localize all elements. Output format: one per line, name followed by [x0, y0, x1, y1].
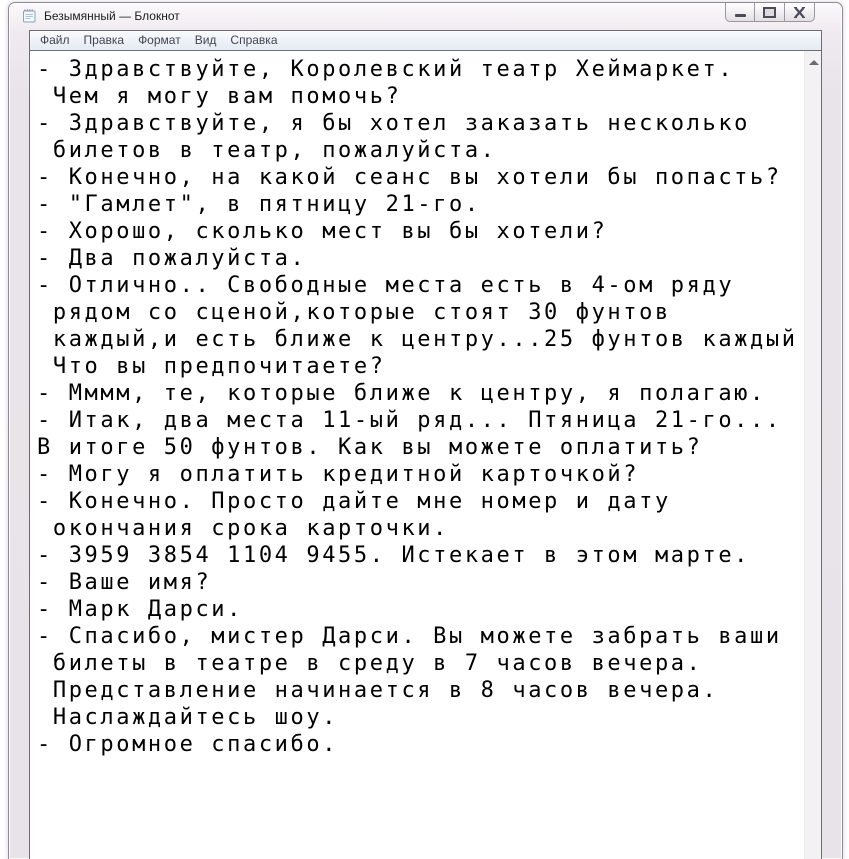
- client-area: Файл Правка Формат Вид Справка - Здравст…: [29, 30, 822, 859]
- text-line: Что вы предпочитаете?: [37, 354, 386, 379]
- close-icon: [794, 6, 805, 18]
- maximize-icon: [763, 6, 776, 18]
- text-line: - Конечно. Просто дайте мне номер и дату: [37, 489, 671, 514]
- window-title: Безымянный — Блокнот: [44, 9, 180, 23]
- text-line: - Конечно, на какой сеанс вы хотели бы п…: [37, 165, 782, 190]
- text-line: - "Гамлет", в пятницу 21-го.: [37, 192, 481, 217]
- text-line: - Могу я оплатить кредитной карточкой?: [37, 462, 640, 487]
- titlebar[interactable]: Безымянный — Блокнот: [9, 3, 842, 29]
- text-line: Представление начинается в 8 часов вечер…: [37, 678, 719, 703]
- text-line: - Марк Дарси.: [37, 597, 243, 622]
- text-line: - Спасибо, мистер Дарси. Вы можете забра…: [37, 624, 782, 649]
- menu-bar: Файл Правка Формат Вид Справка: [30, 31, 821, 51]
- text-line: Чем я могу вам помочь?: [37, 84, 402, 109]
- text-line: - Здравствуйте, я бы хотел заказать неск…: [37, 111, 751, 136]
- text-line: - Огромное спасибо.: [37, 732, 339, 757]
- close-button[interactable]: [785, 3, 815, 22]
- text-line: - Ваше имя?: [37, 570, 212, 595]
- notepad-window: Безымянный — Блокнот Файл Правка Формат …: [8, 2, 843, 859]
- maximize-button[interactable]: [755, 3, 785, 22]
- menu-view[interactable]: Вид: [188, 31, 224, 50]
- scroll-up-icon[interactable]: [809, 60, 819, 65]
- text-line: каждый,и есть ближе к центру...25 фунтов…: [37, 327, 798, 352]
- text-line: - Итак, два места 11-ый ряд... Птяница 2…: [37, 408, 782, 433]
- text-line: билеты в театре в среду в 7 часов вечера…: [37, 651, 703, 676]
- menu-edit[interactable]: Правка: [77, 31, 132, 50]
- minimize-button[interactable]: [725, 3, 755, 22]
- text-line: - Мммм, те, которые ближе к центру, я по…: [37, 381, 766, 406]
- edit-region: - Здравствуйте, Королевский театр Хеймар…: [30, 51, 821, 859]
- text-editor[interactable]: - Здравствуйте, Королевский театр Хеймар…: [30, 51, 804, 859]
- menu-help[interactable]: Справка: [223, 31, 284, 50]
- text-line: рядом со сценой,которые стоят 30 фунтов: [37, 300, 671, 325]
- notepad-icon-graphic: [23, 9, 36, 23]
- menu-file[interactable]: Файл: [33, 31, 77, 50]
- text-line: - Отлично.. Свободные места есть в 4-ом …: [37, 273, 735, 298]
- notepad-icon[interactable]: [21, 8, 37, 24]
- minimize-icon: [734, 14, 746, 17]
- text-line: - 3959 3854 1104 9455. Истекает в этом м…: [37, 543, 751, 568]
- text-line: Наслаждайтесь шоу.: [37, 705, 339, 730]
- text-line: В итоге 50 фунтов. Как вы можете оплатит…: [37, 435, 703, 460]
- text-line: билетов в театр, пожалуйста.: [37, 138, 497, 163]
- text-line: окончания срока карточки.: [37, 516, 449, 541]
- text-line: - Здравствуйте, Королевский театр Хеймар…: [37, 57, 735, 82]
- text-line: - Хорошо, сколько мест вы бы хотели?: [37, 219, 608, 244]
- vertical-scrollbar[interactable]: [804, 51, 821, 859]
- text-line: - Два пожалуйста.: [37, 246, 307, 271]
- menu-format[interactable]: Формат: [131, 31, 188, 50]
- window-controls: [725, 3, 815, 22]
